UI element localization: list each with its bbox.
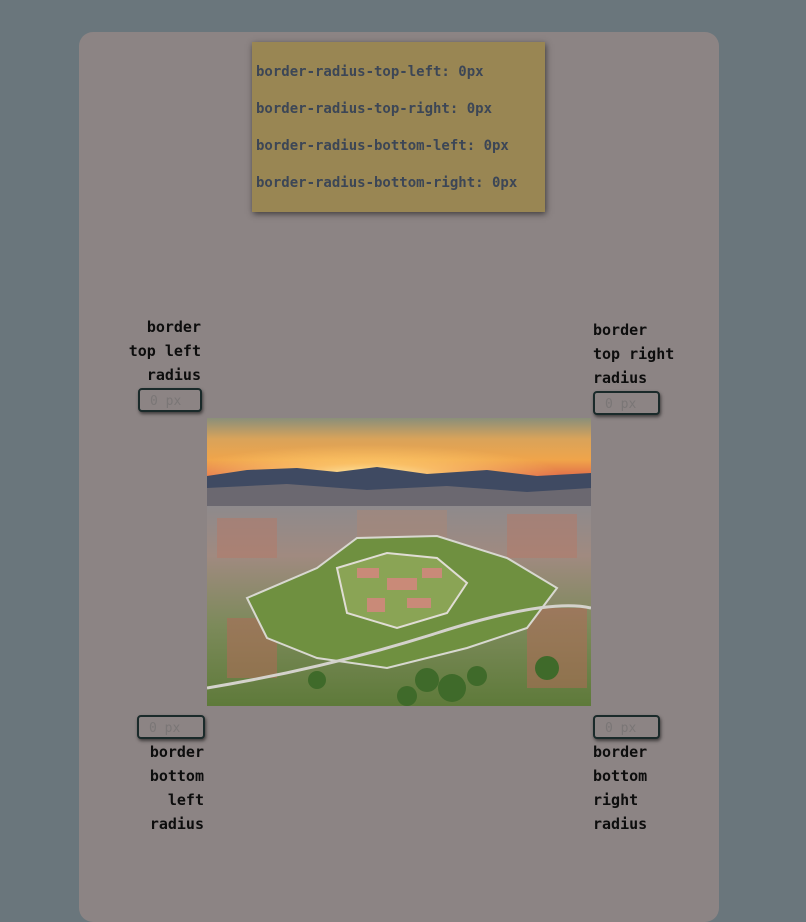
label-bottom-left-radius: border bottom left radius	[149, 743, 204, 833]
code-line-bottom-right: border-radius-bottom-right: 0px	[256, 175, 518, 191]
label-bottom-right-radius: border bottom right radius	[593, 743, 648, 833]
top-right-radius-input[interactable]	[593, 391, 660, 415]
top-left-radius-input[interactable]	[138, 388, 202, 412]
bottom-right-radius-input[interactable]	[593, 715, 660, 739]
label-top-left-radius: border top left radius	[128, 318, 201, 384]
bottom-left-radius-input[interactable]	[137, 715, 205, 739]
preview-image	[207, 418, 591, 706]
css-output-panel: border-radius-top-left: 0px border-radiu…	[252, 42, 545, 212]
code-line-top-right: border-radius-top-right: 0px	[256, 101, 493, 117]
code-line-bottom-left: border-radius-bottom-left: 0px	[256, 138, 509, 154]
code-line-top-left: border-radius-top-left: 0px	[256, 64, 484, 80]
label-top-right-radius: border top right radius	[593, 321, 675, 387]
fortress-city-photo	[207, 418, 591, 706]
